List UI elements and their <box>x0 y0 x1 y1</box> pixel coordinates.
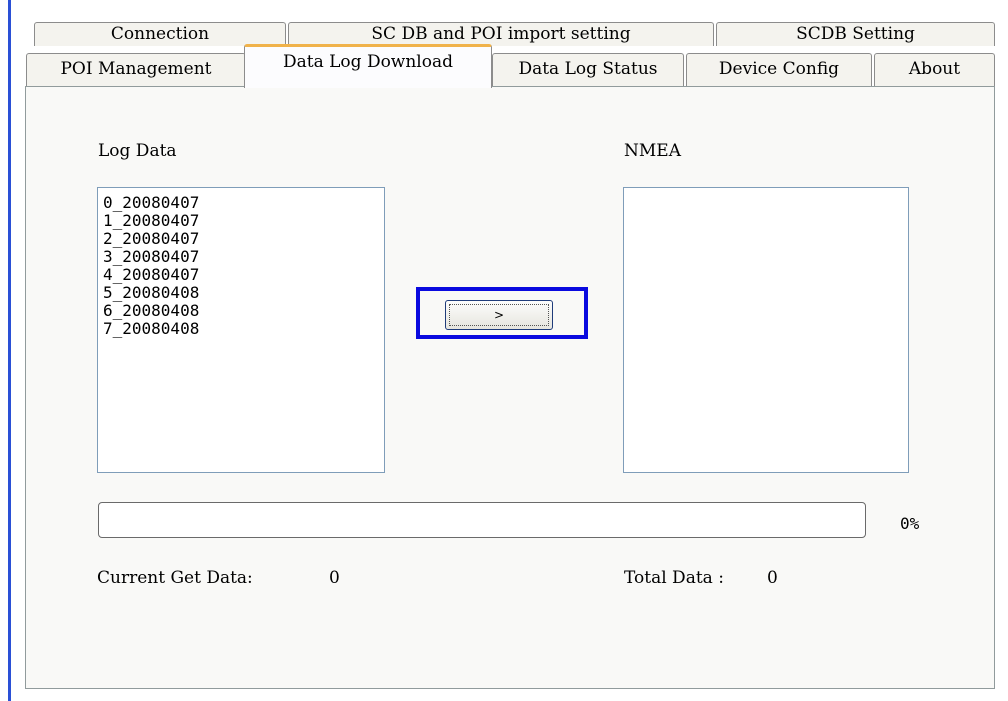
tab-poi-management[interactable]: POI Management <box>26 53 246 87</box>
progress-percent: 0% <box>900 514 920 533</box>
download-progress-bar <box>98 502 866 538</box>
total-data-label: Total Data : <box>624 568 724 588</box>
tab-device-config[interactable]: Device Config <box>686 53 872 87</box>
tab-data-log-status[interactable]: Data Log Status <box>492 53 684 87</box>
list-item[interactable]: 2_20080407 <box>98 230 384 248</box>
list-item[interactable]: 3_20080407 <box>98 248 384 266</box>
tab-about[interactable]: About <box>874 53 995 87</box>
list-item[interactable]: 6_20080408 <box>98 302 384 320</box>
window-edge <box>0 0 11 701</box>
list-item[interactable]: 7_20080408 <box>98 320 384 338</box>
list-item[interactable]: 4_20080407 <box>98 266 384 284</box>
nmea-list[interactable] <box>623 187 909 473</box>
tab-connection[interactable]: Connection <box>34 22 286 46</box>
log-data-label: Log Data <box>98 141 177 161</box>
log-data-list[interactable]: 0_20080407 1_20080407 2_20080407 3_20080… <box>97 187 385 473</box>
tab-data-log-download[interactable]: Data Log Download <box>244 44 492 88</box>
list-item[interactable]: 0_20080407 <box>98 194 384 212</box>
total-data-value: 0 <box>767 568 778 588</box>
current-get-data-value: 0 <box>329 568 340 588</box>
list-item[interactable]: 1_20080407 <box>98 212 384 230</box>
nmea-label: NMEA <box>624 141 681 161</box>
tab-scdb-setting[interactable]: SCDB Setting <box>716 22 995 46</box>
list-item[interactable]: 5_20080408 <box>98 284 384 302</box>
transfer-button[interactable]: > <box>445 300 553 330</box>
current-get-data-label: Current Get Data: <box>97 568 253 588</box>
tab-sc-db-poi-import-setting[interactable]: SC DB and POI import setting <box>288 22 714 46</box>
